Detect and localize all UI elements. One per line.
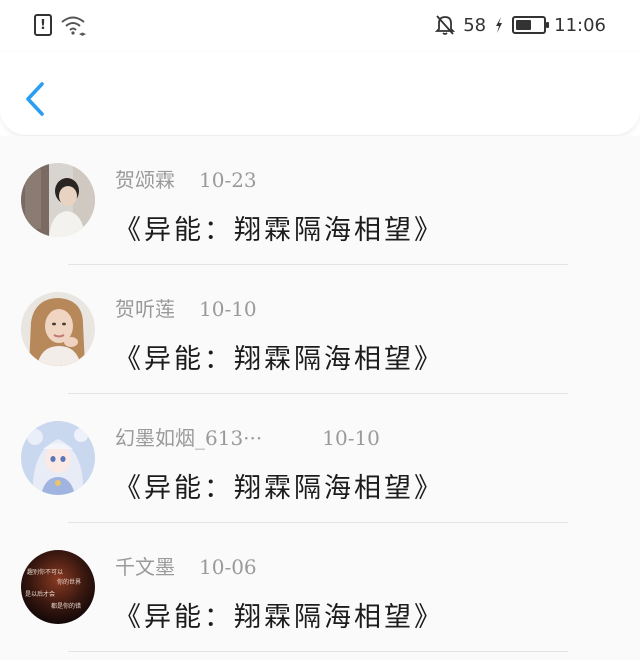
- avatar-text: 你的世界: [57, 578, 81, 586]
- avatar-text: 趣别你不可以: [27, 568, 63, 576]
- book-title[interactable]: 《异能：翔霖隔海相望》: [114, 595, 444, 634]
- divider: [68, 651, 568, 652]
- top-nav-bar: [0, 52, 640, 136]
- mute-bell-icon: [435, 15, 456, 35]
- battery-fill: [516, 20, 532, 30]
- wifi-icon: ◂▸: [61, 16, 86, 36]
- comment-date: 10-10: [322, 426, 380, 450]
- chevron-left-icon[interactable]: [20, 80, 50, 118]
- username[interactable]: 千文墨: [115, 551, 175, 580]
- svg-text:◂▸: ◂▸: [79, 30, 86, 36]
- comment-date: 10-23: [199, 168, 257, 192]
- alert-icon: !: [34, 14, 52, 36]
- avatar[interactable]: [21, 163, 95, 237]
- battery-icon: [512, 16, 550, 34]
- clock: 11:06: [554, 14, 606, 36]
- battery-percent: 58: [463, 14, 487, 36]
- avatar-text: 是以后才会: [25, 590, 55, 598]
- list-item[interactable]: 幻墨如烟_613··· 10-10 《异能：翔霖隔海相望》: [0, 394, 640, 523]
- username[interactable]: 幻墨如烟_613···: [115, 422, 262, 451]
- book-title[interactable]: 《异能：翔霖隔海相望》: [114, 466, 444, 505]
- username[interactable]: 贺颂霖: [115, 164, 175, 193]
- status-bar: ! ◂▸ 58 11:06: [0, 0, 640, 52]
- list-item[interactable]: 贺听莲 10-10 《异能：翔霖隔海相望》: [0, 265, 640, 394]
- book-title[interactable]: 《异能：翔霖隔海相望》: [114, 337, 444, 376]
- comment-date: 10-10: [199, 297, 257, 321]
- charging-icon: [496, 17, 503, 33]
- list-item[interactable]: 趣别你不可以 你的世界 是以后才会 都是你的错 千文墨 10-06 《异能：翔霖…: [0, 523, 640, 652]
- avatar[interactable]: [21, 421, 95, 495]
- comment-list: 贺颂霖 10-23 《异能：翔霖隔海相望》 贺听莲 10-10 《异能：翔霖隔海…: [0, 136, 640, 660]
- avatar[interactable]: [21, 292, 95, 366]
- list-item[interactable]: 贺颂霖 10-23 《异能：翔霖隔海相望》: [0, 136, 640, 265]
- avatar[interactable]: 趣别你不可以 你的世界 是以后才会 都是你的错: [21, 550, 95, 624]
- avatar-text: 都是你的错: [51, 602, 81, 610]
- comment-date: 10-06: [199, 555, 257, 579]
- book-title[interactable]: 《异能：翔霖隔海相望》: [114, 208, 444, 247]
- username[interactable]: 贺听莲: [115, 293, 175, 322]
